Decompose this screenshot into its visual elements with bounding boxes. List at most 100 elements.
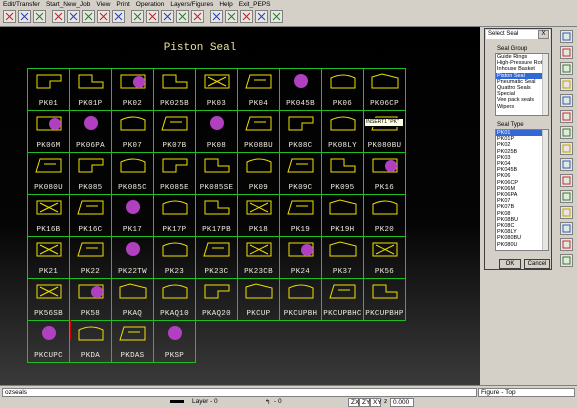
axis-zx-button[interactable]: ZX [348, 398, 359, 407]
seal-cell[interactable]: PK07 [111, 110, 154, 153]
seal-cell[interactable]: PK085C [111, 152, 154, 195]
seal-cell[interactable]: PK19 [279, 194, 322, 237]
seal-cell[interactable]: PK085E [153, 152, 196, 195]
seal-cell[interactable]: PK23C [195, 236, 238, 279]
seal-cell[interactable]: PK06PA [69, 110, 112, 153]
layers-icon[interactable] [560, 78, 573, 91]
scrollbar[interactable] [542, 54, 548, 115]
seal-cell[interactable]: PK17PB [195, 194, 238, 237]
zoom-in-icon[interactable] [131, 10, 144, 23]
menu-layers-figures[interactable]: Layers/Figures [167, 0, 216, 9]
seal-cell[interactable]: PKCUPBHC [321, 278, 364, 321]
menu-view[interactable]: View [93, 0, 113, 9]
seal-cell[interactable]: PK08BU [237, 110, 280, 153]
circle-icon[interactable] [560, 174, 573, 187]
seal-type-list[interactable]: PK01 PK01P PK02 PK025B PK03 PK04 PK045B PK06 PK0… [495, 129, 549, 251]
seal-cell[interactable]: PK025B [153, 68, 196, 111]
erase-icon[interactable] [560, 222, 573, 235]
seal-cell[interactable]: PK080BU [363, 110, 406, 153]
seal-cell[interactable]: PK56SB [27, 278, 70, 321]
menu-help[interactable]: Help [216, 0, 235, 9]
seal-cell[interactable]: PK17 [111, 194, 154, 237]
hatch-icon[interactable] [225, 10, 238, 23]
seal-cell[interactable]: PK085 [69, 152, 112, 195]
ok-button[interactable]: OK [499, 259, 521, 269]
seal-cell[interactable]: PKDA [69, 320, 112, 363]
seal-cell[interactable]: PKAQ [111, 278, 154, 321]
folder-open-icon[interactable] [560, 46, 573, 59]
seal-group-list[interactable]: Guide Rings High-Pressure Rot Inhouse Bask… [495, 53, 549, 116]
seal-cell[interactable]: PK04 [237, 68, 280, 111]
seal-cell[interactable]: PK06CP [363, 68, 406, 111]
seal-cell[interactable]: PK06 [321, 68, 364, 111]
seal-cell[interactable]: PK03 [195, 68, 238, 111]
select-icon[interactable] [3, 10, 16, 23]
seal-cell[interactable]: PK07B [153, 110, 196, 153]
seal-cell[interactable]: PK095 [321, 152, 364, 195]
cut-icon[interactable] [560, 238, 573, 251]
copy-icon[interactable] [67, 10, 80, 23]
zoom-extents-icon[interactable] [176, 10, 189, 23]
polyline-icon[interactable] [560, 158, 573, 171]
measure-icon[interactable] [191, 10, 204, 23]
menu-print[interactable]: Print [113, 0, 132, 9]
menu-exit-peps[interactable]: Exit_PEPS [236, 0, 274, 9]
list-item[interactable]: Wipers [496, 104, 548, 110]
seal-cell[interactable]: PK58 [69, 278, 112, 321]
seal-cell[interactable]: PK18 [237, 194, 280, 237]
bolt-icon[interactable] [240, 10, 253, 23]
dimension-icon[interactable] [560, 206, 573, 219]
layer-status[interactable]: Layer - 0 [192, 398, 218, 405]
pointer-icon[interactable] [18, 10, 31, 23]
seal-cell[interactable]: PK37 [321, 236, 364, 279]
seal-cell[interactable]: PK21 [27, 236, 70, 279]
menu-operation[interactable]: Operation [133, 0, 168, 9]
delete-icon[interactable] [270, 10, 283, 23]
seal-cell[interactable]: PK16B [27, 194, 70, 237]
line-icon[interactable] [560, 126, 573, 139]
seal-cell[interactable]: PK08 [195, 110, 238, 153]
flip-icon[interactable] [255, 10, 268, 23]
seal-cell[interactable]: PK16C [69, 194, 112, 237]
seal-cell[interactable]: PK17P [153, 194, 196, 237]
seal-cell[interactable]: PK02 [111, 68, 154, 111]
seal-cell[interactable]: PKCUPBHP [363, 278, 406, 321]
list-item[interactable]: PK080U [496, 242, 548, 248]
properties-icon[interactable] [560, 94, 573, 107]
seal-cell[interactable]: PK56 [363, 236, 406, 279]
seal-cell[interactable]: PK08C [279, 110, 322, 153]
axis-xy-button[interactable]: XY [370, 398, 382, 407]
new-icon[interactable] [560, 30, 573, 43]
redo-icon[interactable] [112, 10, 125, 23]
seal-cell[interactable]: PKCUPC [27, 320, 70, 363]
seal-cell[interactable]: PK23CB [237, 236, 280, 279]
seal-cell[interactable]: PK23 [153, 236, 196, 279]
seal-cell[interactable]: PK080U [27, 152, 70, 195]
cancel-button[interactable]: Cancel [524, 259, 550, 269]
zoom-value-field[interactable]: 0.000 [390, 398, 414, 407]
seal-cell[interactable]: PK19H [321, 194, 364, 237]
seal-cell[interactable]: PK045B [279, 68, 322, 111]
node-icon[interactable] [33, 10, 46, 23]
menu-edit-transfer[interactable]: Edit/Transfer [0, 0, 43, 9]
undo-icon[interactable] [97, 10, 110, 23]
seal-cell[interactable]: PK20 [363, 194, 406, 237]
close-icon[interactable]: X [538, 30, 549, 39]
seal-cell[interactable]: PKSP [153, 320, 196, 363]
arc-icon[interactable] [560, 142, 573, 155]
seal-cell[interactable]: PKCUPBH [279, 278, 322, 321]
seal-cell[interactable]: PK085SE [195, 152, 238, 195]
tool-icon[interactable] [560, 110, 573, 123]
zoom-window-icon[interactable] [146, 10, 159, 23]
seal-cell[interactable]: PKAQ20 [195, 278, 238, 321]
seal-cell[interactable]: PK06M [27, 110, 70, 153]
seal-cell[interactable]: PK09 [237, 152, 280, 195]
seal-cell[interactable]: PKDAS [111, 320, 154, 363]
trim-icon[interactable] [210, 10, 223, 23]
seal-cell[interactable]: PK08LY [321, 110, 364, 153]
seal-cell[interactable]: PK24 [279, 236, 322, 279]
save-icon[interactable] [560, 62, 573, 75]
text-icon[interactable] [560, 190, 573, 203]
snap-status[interactable]: - 0 [274, 398, 282, 405]
seal-cell[interactable]: PK01 [27, 68, 70, 111]
